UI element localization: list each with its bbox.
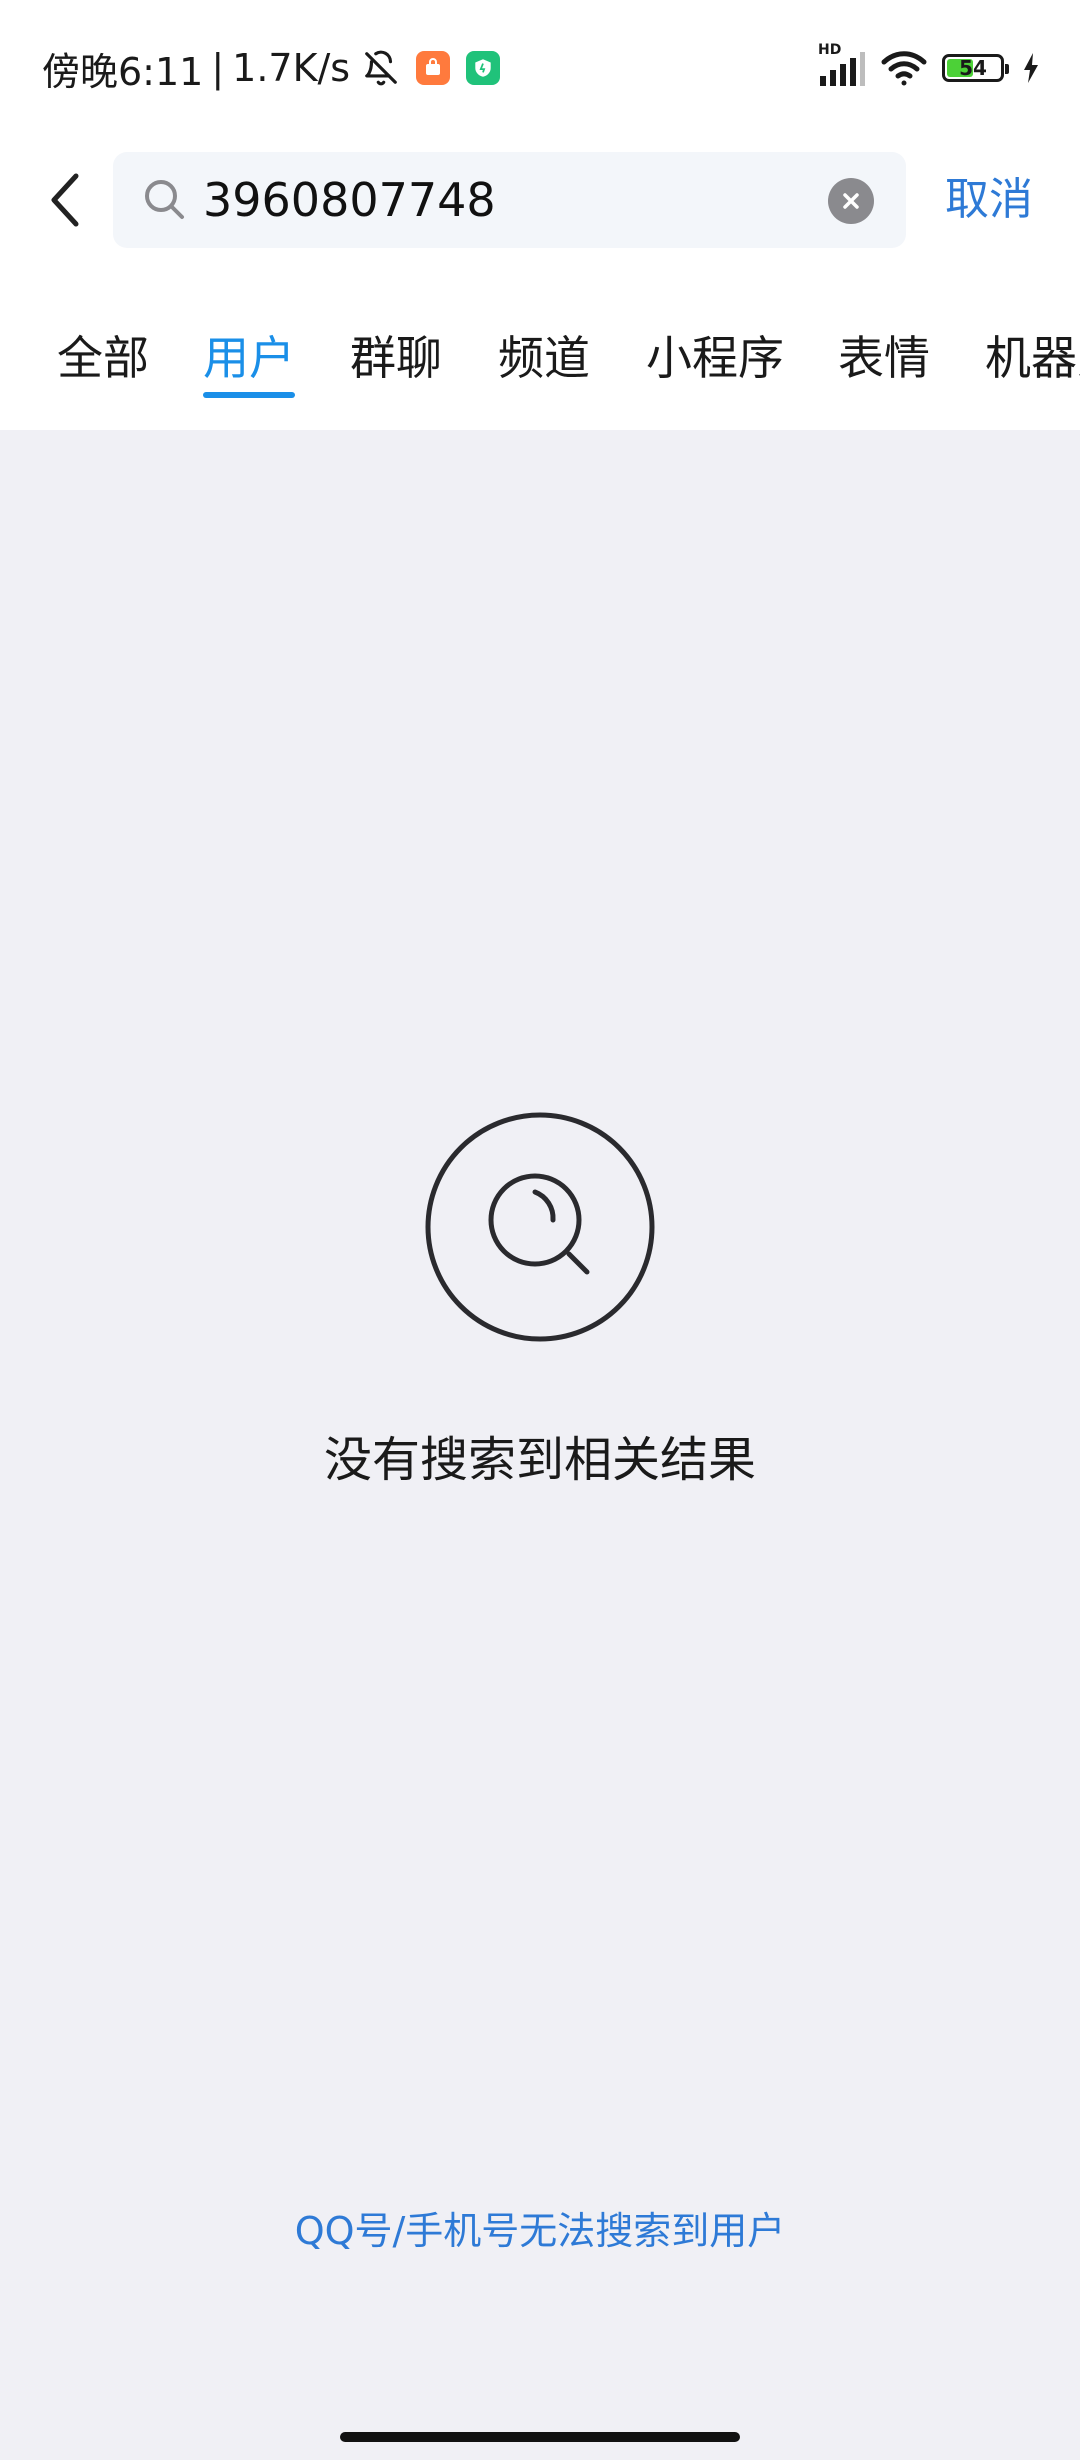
status-left: 傍晚6:11 | 1.7K/s [42, 42, 501, 94]
tab-channels[interactable]: 频道 [498, 318, 590, 398]
wifi-icon [880, 48, 928, 88]
tab-mini-programs[interactable]: 小程序 [646, 318, 784, 398]
search-box[interactable] [113, 152, 906, 248]
status-separator: | [211, 46, 225, 90]
tab-all[interactable]: 全部 [57, 318, 149, 398]
search-hint-link[interactable]: QQ号/手机号无法搜索到用户 [0, 2200, 1080, 2255]
shopping-app-icon [416, 51, 451, 85]
cancel-button[interactable]: 取消 [945, 168, 1033, 232]
close-icon [843, 193, 859, 209]
battery-text: 54 [959, 56, 987, 80]
tab-stickers[interactable]: 表情 [838, 318, 930, 398]
charging-icon [1022, 52, 1040, 84]
home-indicator[interactable] [340, 2432, 740, 2442]
clear-search-button[interactable] [828, 178, 874, 224]
signal-icon: HD [816, 42, 866, 88]
security-app-icon [466, 51, 501, 85]
bell-off-icon [362, 49, 400, 87]
search-category-tabs: 全部 用户 群聊 频道 小程序 表情 机器人 [0, 318, 1080, 408]
chevron-left-icon [51, 173, 79, 227]
tab-bots[interactable]: 机器人 [985, 318, 1080, 398]
search-icon [145, 180, 184, 219]
status-right: HD 54 [816, 42, 1040, 92]
back-button[interactable] [36, 160, 96, 240]
search-input[interactable] [203, 152, 803, 248]
network-type-label: HD [818, 42, 842, 58]
status-bar: 傍晚6:11 | 1.7K/s HD 54 [0, 0, 1080, 135]
tab-users[interactable]: 用户 [203, 318, 295, 398]
status-net-speed: 1.7K/s [232, 46, 351, 90]
tab-group-chats[interactable]: 群聊 [350, 318, 442, 398]
status-time: 傍晚6:11 [42, 49, 204, 94]
no-results-search-icon [425, 1112, 655, 1342]
active-tab-indicator [203, 392, 295, 398]
battery-icon: 54 [942, 54, 1009, 82]
empty-state-message: 没有搜索到相关结果 [323, 1432, 756, 1488]
